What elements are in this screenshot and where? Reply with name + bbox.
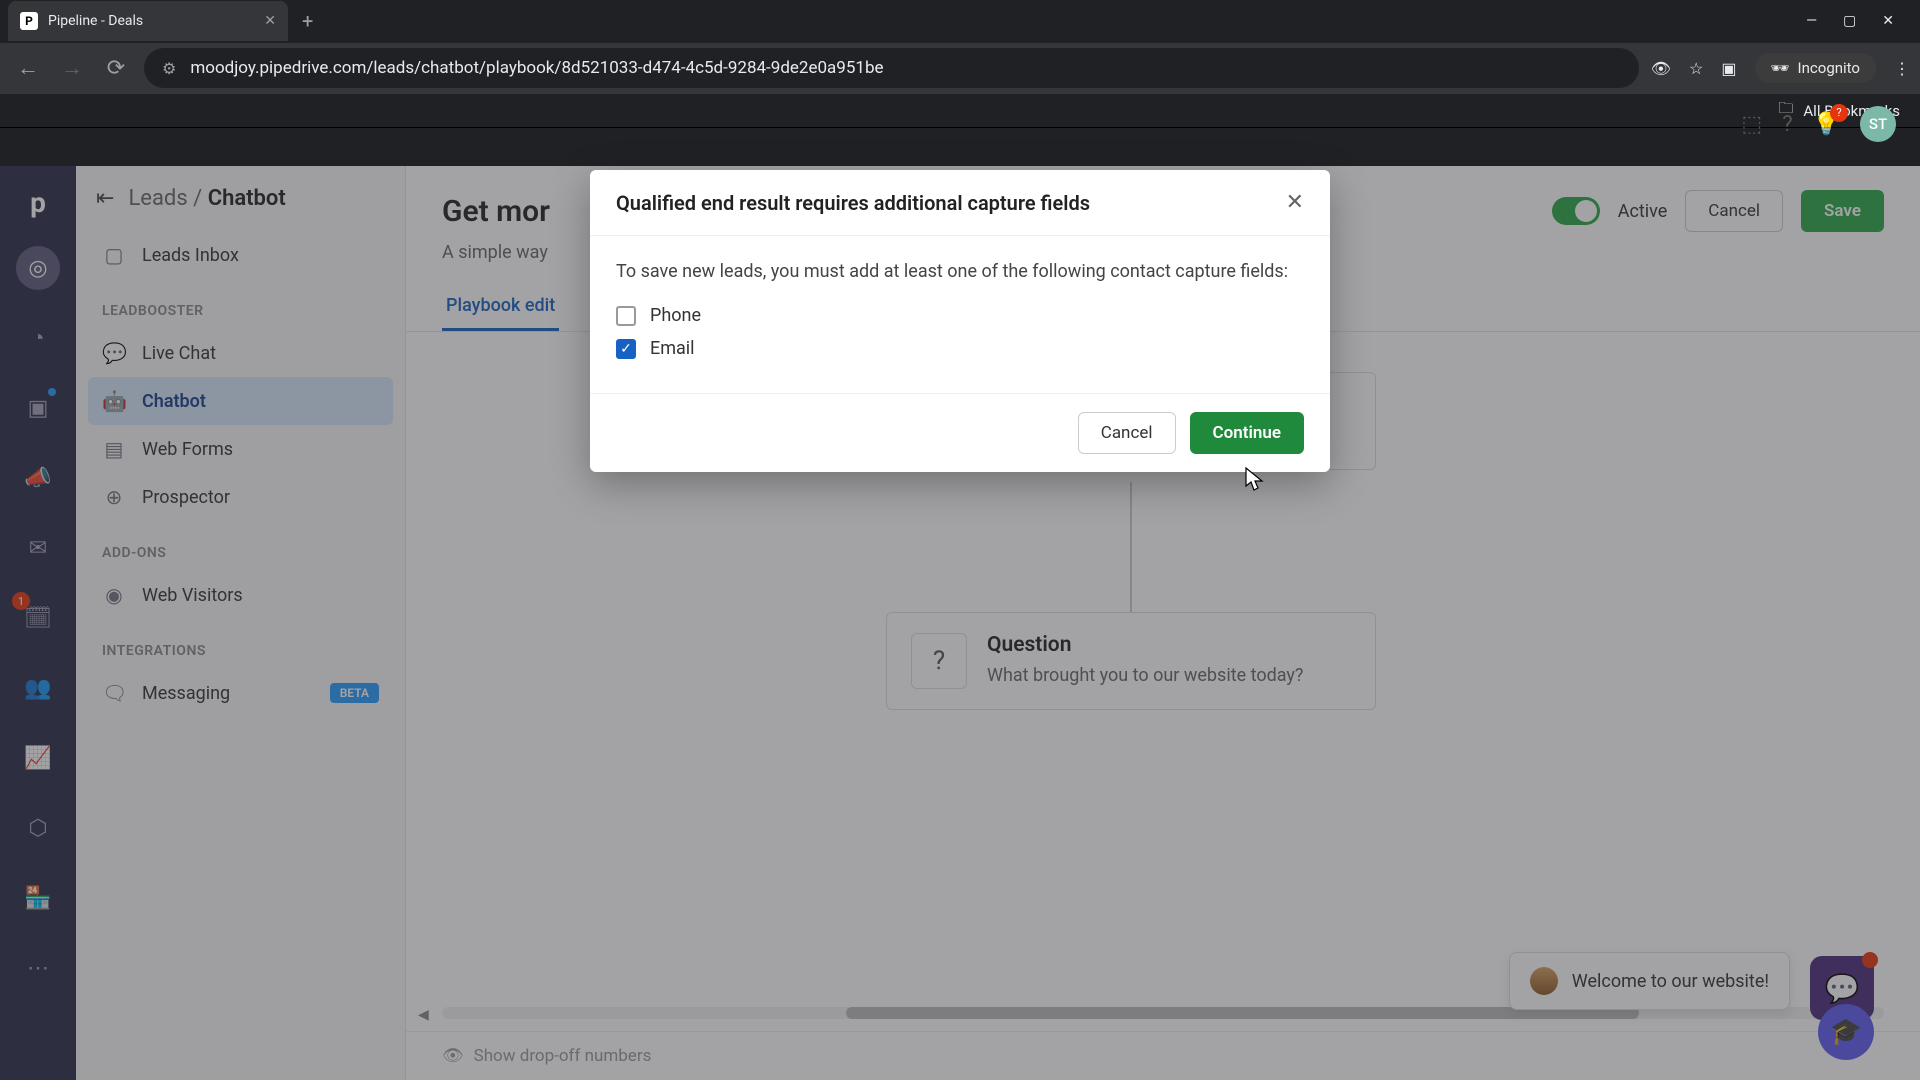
incognito-icon: 🕶 — [1771, 59, 1790, 77]
star-icon[interactable]: ☆ — [1689, 59, 1703, 78]
browser-menu-icon[interactable]: ⋮ — [1894, 59, 1908, 78]
checkbox-label: Email — [650, 338, 695, 359]
whatsnew-badge: ? — [1830, 104, 1848, 122]
tab-bar: P Pipeline - Deals ✕ + — ▢ ✕ — [0, 0, 1920, 43]
close-icon[interactable]: ✕ — [1286, 190, 1304, 215]
whatsnew-icon[interactable]: 💡? — [1813, 112, 1840, 137]
browser-chrome: P Pipeline - Deals ✕ + — ▢ ✕ ← → ⟳ ⚙ moo… — [0, 0, 1920, 128]
close-window-icon[interactable]: ✕ — [1882, 13, 1894, 29]
modal-cancel-button[interactable]: Cancel — [1078, 412, 1176, 454]
maximize-icon[interactable]: ▢ — [1843, 13, 1856, 29]
panel-icon[interactable]: ▣ — [1721, 59, 1736, 78]
checkbox-row-email[interactable]: ✓ Email — [616, 338, 1304, 359]
site-settings-icon[interactable]: ⚙ — [162, 59, 176, 78]
url-input[interactable]: ⚙ moodjoy.pipedrive.com/leads/chatbot/pl… — [144, 48, 1639, 88]
modal-title: Qualified end result requires additional… — [616, 191, 1090, 215]
new-tab-icon[interactable]: + — [292, 9, 323, 33]
reload-icon[interactable]: ⟳ — [100, 56, 132, 81]
bookmarks-bar: 🗀 All Bookmarks — [0, 94, 1920, 128]
modal-text: To save new leads, you must add at least… — [616, 258, 1304, 285]
modal-capture-fields: Qualified end result requires additional… — [590, 170, 1330, 472]
close-tab-icon[interactable]: ✕ — [264, 13, 276, 29]
checkbox-email[interactable]: ✓ — [616, 339, 636, 359]
checkbox-phone[interactable] — [616, 306, 636, 326]
checkbox-row-phone[interactable]: Phone — [616, 305, 1304, 326]
address-bar: ← → ⟳ ⚙ moodjoy.pipedrive.com/leads/chat… — [0, 43, 1920, 95]
app-top-right: ⬚ ? 💡? ST — [1741, 106, 1896, 142]
window-controls: — ▢ ✕ — [1806, 13, 1912, 29]
avatar[interactable]: ST — [1860, 106, 1896, 142]
url-text: moodjoy.pipedrive.com/leads/chatbot/play… — [190, 58, 883, 78]
tab-title: Pipeline - Deals — [48, 13, 143, 29]
minimize-icon[interactable]: — — [1806, 13, 1817, 29]
help-icon[interactable]: ? — [1782, 112, 1792, 137]
browser-tab[interactable]: P Pipeline - Deals ✕ — [8, 1, 288, 41]
checkbox-label: Phone — [650, 305, 701, 326]
modal-continue-button[interactable]: Continue — [1190, 412, 1305, 454]
forward-icon: → — [56, 55, 88, 81]
extension-icon[interactable]: ⬚ — [1741, 112, 1762, 137]
favicon: P — [20, 12, 38, 30]
eye-off-icon[interactable]: 👁 — [1651, 59, 1671, 78]
incognito-indicator[interactable]: 🕶 Incognito — [1755, 53, 1877, 83]
back-icon[interactable]: ← — [12, 55, 44, 81]
